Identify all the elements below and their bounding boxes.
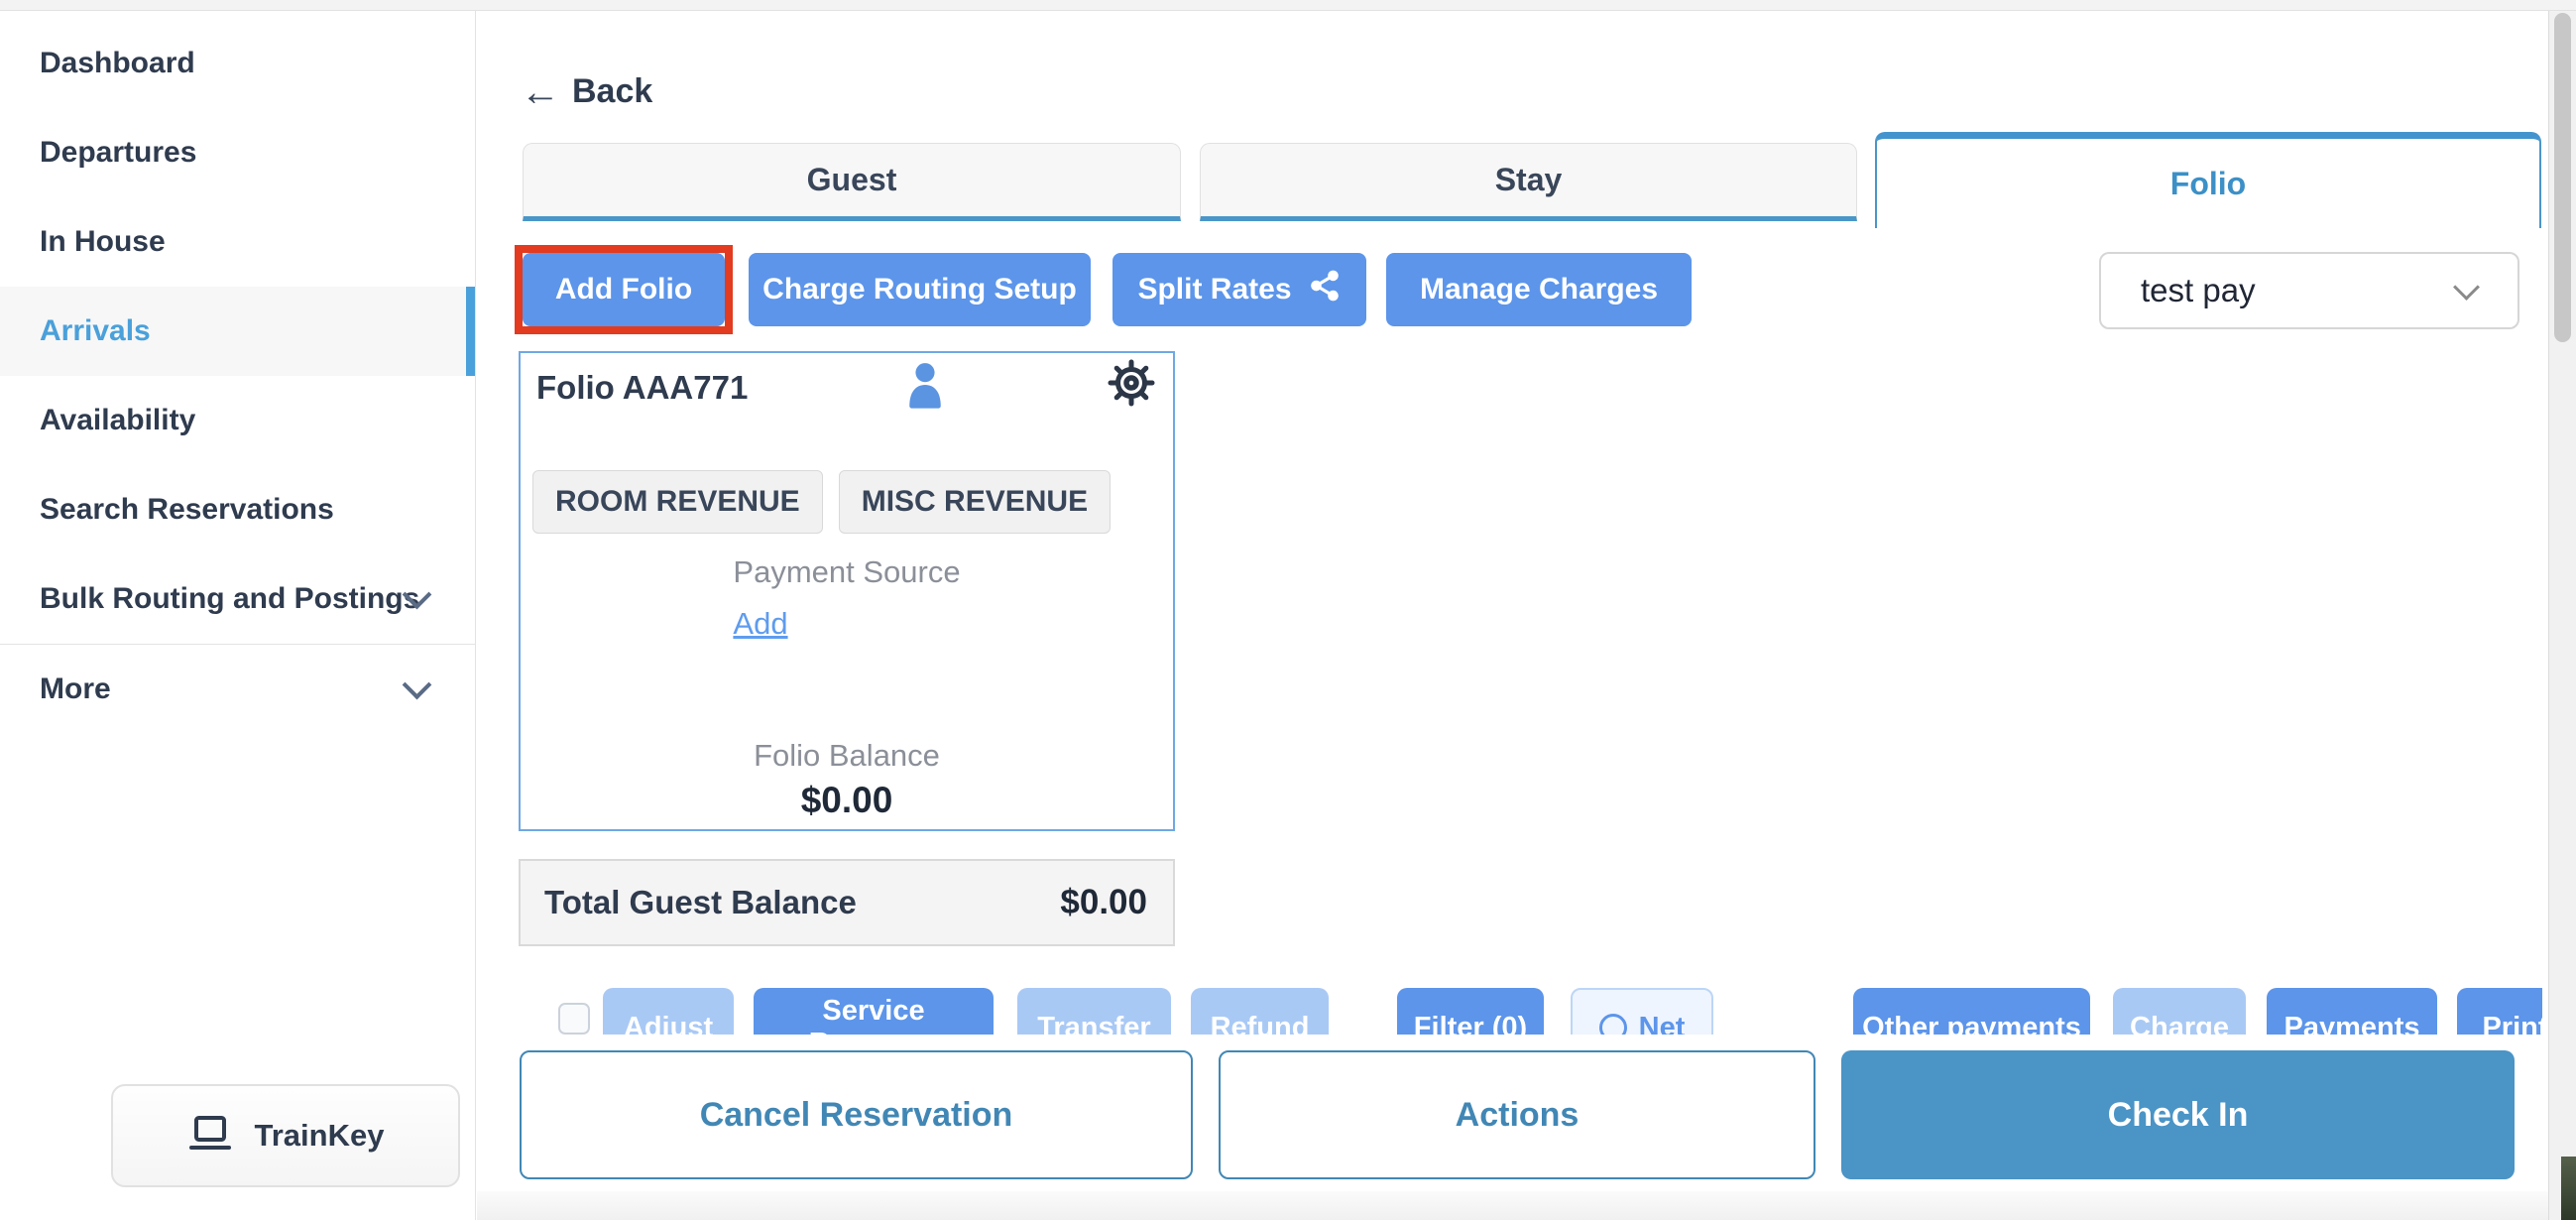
sidebar-item-more[interactable]: More	[0, 644, 475, 733]
background-corner-fragment	[2561, 1157, 2576, 1220]
person-icon[interactable]	[907, 361, 943, 414]
folio-balance-label: Folio Balance	[521, 738, 1173, 774]
back-label: Back	[572, 72, 652, 111]
manage-charges-label: Manage Charges	[1420, 273, 1658, 306]
sidebar-item-availability[interactable]: Availability	[0, 376, 475, 465]
service-recovery-button[interactable]: Service Recovery	[754, 988, 994, 1035]
sidebar: Dashboard Departures In House Arrivals A…	[0, 11, 476, 1220]
sidebar-item-label: In House	[40, 225, 166, 259]
folio-card[interactable]: Folio AAA771	[519, 351, 1175, 831]
sidebar-item-label: Availability	[40, 404, 195, 437]
back-button[interactable]: ← Back	[521, 72, 652, 111]
manage-charges-button[interactable]: Manage Charges	[1386, 253, 1692, 326]
sidebar-item-label: Bulk Routing and Postings	[40, 582, 419, 616]
print-button[interactable]: Print	[2457, 988, 2542, 1035]
tab-stay[interactable]: Stay	[1200, 143, 1857, 221]
net-toggle-button[interactable]: Net	[1571, 988, 1713, 1035]
circle-icon	[1599, 1014, 1627, 1035]
active-indicator-bar	[466, 287, 475, 376]
charges-actions-strip: Adjust Service Recovery Transfer Refund …	[515, 988, 2542, 1035]
tab-label: Stay	[1495, 162, 1563, 198]
chevron-down-icon	[403, 671, 432, 700]
cancel-reservation-button[interactable]: Cancel Reservation	[520, 1050, 1193, 1179]
add-folio-button[interactable]: Add Folio	[523, 253, 725, 326]
chip-room-revenue: ROOM REVENUE	[532, 470, 823, 534]
page-scrollbar[interactable]	[2548, 11, 2576, 1220]
highlight-red-box: Add Folio	[515, 245, 733, 334]
sidebar-item-label: Search Reservations	[40, 493, 334, 527]
sidebar-item-label: Departures	[40, 136, 196, 170]
charge-routing-label: Charge Routing Setup	[762, 273, 1077, 306]
sidebar-nav: Dashboard Departures In House Arrivals A…	[0, 19, 475, 733]
app-root: { "colors": { "accent_blue": "#5c95ea", …	[0, 0, 2576, 1220]
scrollbar-thumb[interactable]	[2554, 13, 2571, 342]
charge-button[interactable]: Charge	[2113, 988, 2246, 1035]
filter-button[interactable]: Filter (0)	[1397, 988, 1544, 1035]
sidebar-item-arrivals[interactable]: Arrivals	[0, 287, 475, 376]
main-content: ← Back Guest Stay Folio Add Folio Charge…	[477, 11, 2548, 1220]
add-payment-source-link[interactable]: Add	[733, 606, 787, 642]
check-in-button[interactable]: Check In	[1841, 1050, 2515, 1179]
total-guest-balance-row: Total Guest Balance $0.00	[519, 859, 1175, 946]
sidebar-item-label: Arrivals	[40, 314, 151, 348]
payment-method-value: test pay	[2101, 272, 2457, 309]
share-icon	[1308, 269, 1342, 310]
tab-label: Guest	[807, 162, 897, 198]
add-folio-label: Add Folio	[555, 273, 692, 306]
sidebar-item-dashboard[interactable]: Dashboard	[0, 19, 475, 108]
payments-button[interactable]: Payments	[2267, 988, 2437, 1035]
actions-button[interactable]: Actions	[1219, 1050, 1815, 1179]
folio-title: Folio AAA771	[536, 369, 748, 407]
transfer-button[interactable]: Transfer	[1017, 988, 1171, 1035]
sidebar-item-departures[interactable]: Departures	[0, 108, 475, 197]
back-arrow-icon: ←	[521, 75, 560, 109]
payment-method-dropdown[interactable]: test pay	[2099, 252, 2519, 329]
tab-folio[interactable]: Folio	[1875, 132, 2541, 228]
revenue-chips: ROOM REVENUE MISC REVENUE	[532, 470, 1111, 534]
chevron-down-icon	[2453, 274, 2480, 301]
tab-label: Folio	[2170, 166, 2246, 202]
sidebar-item-bulk-routing[interactable]: Bulk Routing and Postings	[0, 554, 475, 644]
payment-source-block: Payment Source Add	[521, 554, 1173, 642]
refund-button[interactable]: Refund	[1191, 988, 1329, 1035]
select-all-checkbox[interactable]	[558, 1003, 590, 1035]
folio-balance-value: $0.00	[521, 780, 1173, 821]
top-edge-strip	[0, 0, 2576, 11]
gear-icon[interactable]	[1106, 357, 1157, 414]
payment-source-label: Payment Source	[733, 554, 960, 590]
trainkey-label: TrainKey	[255, 1118, 385, 1154]
total-guest-balance-label: Total Guest Balance	[521, 884, 1060, 921]
trainkey-button[interactable]: TrainKey	[111, 1084, 460, 1187]
split-rates-button[interactable]: Split Rates	[1112, 253, 1366, 326]
total-guest-balance-value: $0.00	[1060, 883, 1173, 922]
sidebar-item-in-house[interactable]: In House	[0, 197, 475, 287]
other-payments-button[interactable]: Other payments	[1853, 988, 2090, 1035]
split-rates-label: Split Rates	[1137, 273, 1291, 306]
tab-guest[interactable]: Guest	[523, 143, 1181, 221]
bottom-edge-strip	[477, 1191, 2548, 1220]
sidebar-item-label: More	[40, 672, 111, 706]
adjust-button[interactable]: Adjust	[603, 988, 734, 1035]
charge-routing-setup-button[interactable]: Charge Routing Setup	[749, 253, 1091, 326]
laptop-icon	[187, 1115, 233, 1158]
chip-misc-revenue: MISC REVENUE	[839, 470, 1111, 534]
sidebar-item-search-reservations[interactable]: Search Reservations	[0, 465, 475, 554]
sidebar-item-label: Dashboard	[40, 47, 195, 80]
